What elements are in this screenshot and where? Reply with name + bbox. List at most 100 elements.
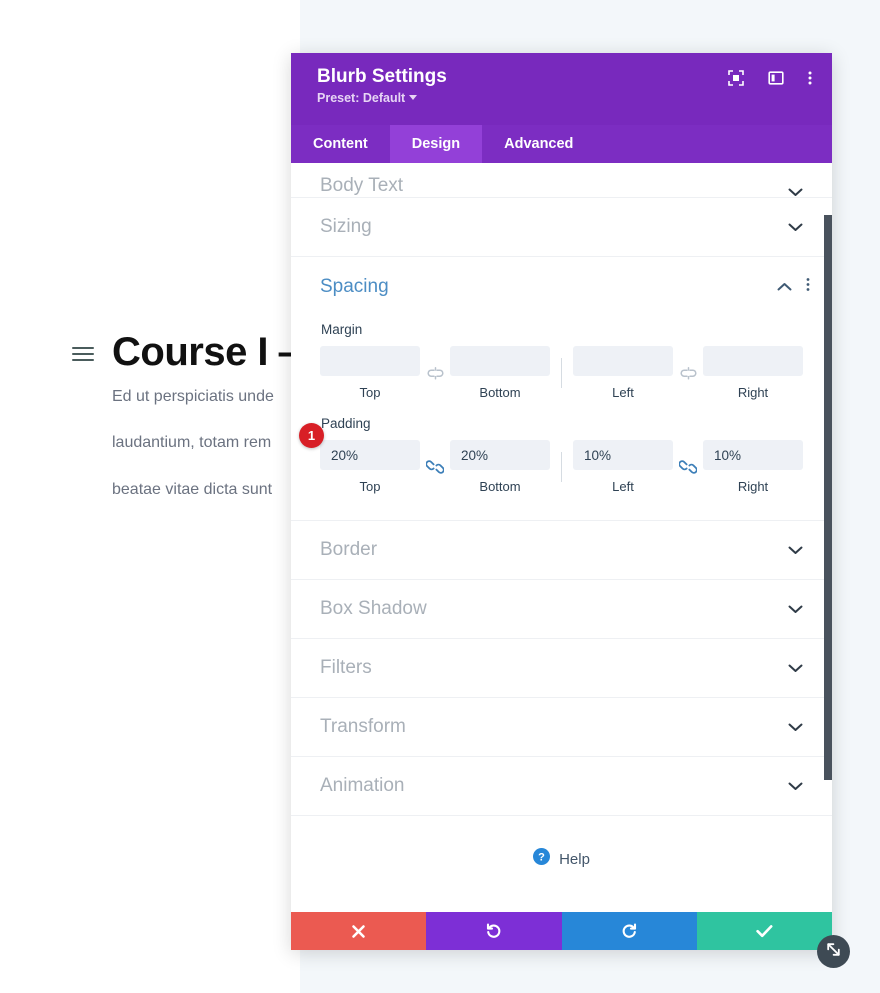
margin-vertical-link-icon[interactable] xyxy=(420,366,450,380)
field-divider xyxy=(561,358,562,388)
modal-header-titles: Blurb Settings Preset: Default xyxy=(317,66,447,105)
modal-title: Blurb Settings xyxy=(317,66,447,87)
checkmark-icon xyxy=(756,924,773,938)
resize-diagonal-icon xyxy=(825,941,842,963)
page-paragraph: Ed ut perspiciatis unde xyxy=(112,388,274,405)
hamburger-menu-icon[interactable] xyxy=(72,347,94,361)
margin-top-label: Top xyxy=(359,385,381,400)
padding-bottom-cell: Bottom xyxy=(450,440,550,494)
padding-right-cell: Right xyxy=(703,440,803,494)
section-header-spacing[interactable]: Spacing xyxy=(291,257,832,316)
save-button[interactable] xyxy=(696,912,832,950)
help-question-icon: ? xyxy=(533,848,551,870)
section-header-filters[interactable]: Filters xyxy=(291,639,832,698)
padding-horizontal-link-icon[interactable] xyxy=(673,460,703,474)
padding-vertical-link-icon[interactable] xyxy=(420,460,450,474)
course-heading-row: Course I — xyxy=(0,330,310,374)
svg-text:?: ? xyxy=(538,851,545,863)
padding-top-input[interactable] xyxy=(320,440,420,470)
tab-design[interactable]: Design xyxy=(389,125,483,163)
margin-horizontal-link-icon[interactable] xyxy=(673,366,703,380)
undo-arrow-icon xyxy=(485,923,502,940)
margin-left-input[interactable] xyxy=(573,346,673,376)
scrollbar-thumb[interactable] xyxy=(824,215,832,780)
padding-top-label: Top xyxy=(359,479,381,494)
margin-bottom-label: Bottom xyxy=(479,385,521,400)
section-header-animation[interactable]: Animation xyxy=(291,757,832,816)
cancel-button[interactable] xyxy=(291,912,427,950)
tab-advanced[interactable]: Advanced xyxy=(482,125,595,163)
redo-arrow-icon xyxy=(621,923,638,940)
panel-layout-icon[interactable] xyxy=(768,70,784,86)
padding-left-label: Left xyxy=(612,479,634,494)
section-label: Body Text xyxy=(320,175,404,196)
padding-field-group: 1 Padding Top xyxy=(291,416,832,494)
section-header-border[interactable]: Border xyxy=(291,521,832,580)
padding-right-label: Right xyxy=(737,479,769,494)
padding-label: Padding xyxy=(321,416,371,431)
field-divider xyxy=(561,452,562,482)
preset-selector[interactable]: Preset: Default xyxy=(317,91,447,105)
modal-scroll-body: Body Text Sizing Spacing Margin Top Bott… xyxy=(291,163,832,912)
section-spacing: Spacing Margin Top Bottom Left Right 1 P… xyxy=(291,257,832,521)
chevron-up-icon[interactable] xyxy=(777,282,792,291)
margin-right-cell: Right xyxy=(703,346,803,400)
chevron-down-icon xyxy=(409,94,418,100)
margin-top-cell: Top xyxy=(320,346,420,400)
chevron-down-icon xyxy=(788,782,803,791)
section-label: Animation xyxy=(320,775,405,796)
page-paragraph: laudantium, totam rem xyxy=(112,434,272,452)
tab-content[interactable]: Content xyxy=(291,125,390,163)
modal-footer xyxy=(291,912,832,950)
margin-left-label: Left xyxy=(612,385,634,400)
padding-bottom-input[interactable] xyxy=(450,440,550,470)
section-header-body-text[interactable]: Body Text xyxy=(291,163,832,198)
margin-vertical-pair: Top Bottom xyxy=(320,346,550,400)
preset-label: Preset: Default xyxy=(317,90,406,105)
spacing-header-actions xyxy=(777,277,810,297)
margin-right-label: Right xyxy=(737,385,769,400)
section-header-sizing[interactable]: Sizing xyxy=(291,198,832,257)
margin-field-row: Top Bottom Left Right xyxy=(320,346,803,400)
focus-mode-icon[interactable] xyxy=(728,70,744,86)
page-paragraph: beatae vitae dicta sunt xyxy=(112,480,273,498)
section-label: Filters xyxy=(320,657,372,678)
undo-button[interactable] xyxy=(426,912,562,950)
margin-top-input[interactable] xyxy=(320,346,420,376)
section-label: Transform xyxy=(320,716,406,737)
chevron-down-icon xyxy=(788,546,803,555)
redo-button[interactable] xyxy=(561,912,697,950)
padding-horizontal-pair: Left Right xyxy=(573,440,803,494)
padding-top-cell: Top xyxy=(320,440,420,494)
chevron-down-icon xyxy=(788,723,803,732)
padding-bottom-label: Bottom xyxy=(479,479,521,494)
chevron-down-icon xyxy=(788,188,803,197)
padding-field-row: Top Bottom xyxy=(320,440,803,494)
resize-handle[interactable] xyxy=(817,935,850,968)
status-badge: 1 xyxy=(299,423,324,448)
padding-left-input[interactable] xyxy=(573,440,673,470)
margin-bottom-input[interactable] xyxy=(450,346,550,376)
padding-right-input[interactable] xyxy=(703,440,803,470)
page-content: Course I — Ed ut perspiciatis unde lauda… xyxy=(0,330,310,513)
section-header-transform[interactable]: Transform xyxy=(291,698,832,757)
page-title: Course I — xyxy=(112,330,310,374)
chevron-down-icon xyxy=(788,605,803,614)
section-label: Spacing xyxy=(320,275,389,297)
padding-vertical-pair: Top Bottom xyxy=(320,440,550,494)
margin-label: Margin xyxy=(321,322,363,337)
margin-horizontal-pair: Left Right xyxy=(573,346,803,400)
margin-bottom-cell: Bottom xyxy=(450,346,550,400)
kebab-menu-icon[interactable] xyxy=(806,277,810,297)
chevron-down-icon xyxy=(788,664,803,673)
modal-scrollbar[interactable] xyxy=(824,163,832,912)
modal-tabs: Content Design Advanced xyxy=(291,125,832,163)
kebab-menu-icon[interactable] xyxy=(808,70,812,86)
chevron-down-icon xyxy=(788,223,803,232)
modal-header: Blurb Settings Preset: Default xyxy=(291,53,832,125)
section-header-box-shadow[interactable]: Box Shadow xyxy=(291,580,832,639)
section-label: Sizing xyxy=(320,216,372,237)
margin-left-cell: Left xyxy=(573,346,673,400)
margin-right-input[interactable] xyxy=(703,346,803,376)
help-link[interactable]: ? Help xyxy=(291,816,832,902)
